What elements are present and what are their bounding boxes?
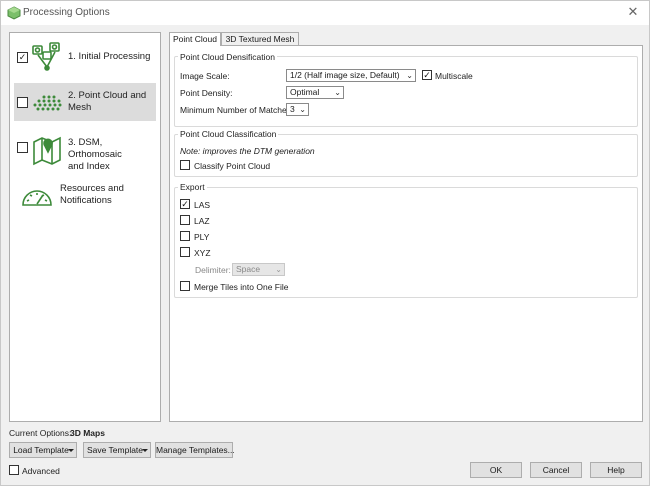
processing-options-dialog: Processing Options ✕ ✓ 1. Initial Proces… xyxy=(0,0,650,486)
point-density-select[interactable]: Optimal ⌄ xyxy=(286,86,344,99)
gauge-icon xyxy=(22,190,52,206)
dsm-checkbox[interactable] xyxy=(17,142,28,153)
chevron-down-icon xyxy=(142,449,148,452)
min-matches-label: Minimum Number of Matches: xyxy=(180,105,294,115)
multiscale-checkbox[interactable]: ✓ xyxy=(422,70,432,80)
export-xyz-label: XYZ xyxy=(194,248,211,258)
sidebar-item-dsm-orthomosaic[interactable]: 3. DSM, Orthomosaic and Index xyxy=(14,131,156,172)
sidebar-item-label: 2. Point Cloud and Mesh xyxy=(68,90,147,113)
sidebar-item-resources-notifications[interactable]: Resources and Notifications xyxy=(14,177,156,213)
export-laz-checkbox[interactable] xyxy=(180,215,190,225)
export-las-label: LAS xyxy=(194,200,211,210)
current-options-value: 3D Maps xyxy=(70,428,105,438)
export-ply-checkbox[interactable] xyxy=(180,231,190,241)
classification-note: Note: improves the DTM generation xyxy=(180,146,315,156)
tab-point-cloud[interactable]: Point Cloud xyxy=(169,32,221,46)
close-button[interactable]: ✕ xyxy=(625,4,641,20)
dsm-map-icon xyxy=(33,136,61,166)
point-density-label: Point Density: xyxy=(180,88,233,98)
save-template-button[interactable]: Save Template xyxy=(83,442,151,458)
min-matches-select[interactable]: 3 ⌄ xyxy=(286,103,309,116)
initial-processing-checkbox[interactable]: ✓ xyxy=(17,52,28,63)
export-las-checkbox[interactable]: ✓ xyxy=(180,199,190,209)
export-xyz-checkbox[interactable] xyxy=(180,247,190,257)
delimiter-select[interactable]: Space ⌄ xyxy=(232,263,285,276)
image-scale-select[interactable]: 1/2 (Half image size, Default) ⌄ xyxy=(286,69,416,82)
export-ply-label: PLY xyxy=(194,232,210,242)
ok-button[interactable]: OK xyxy=(470,462,522,478)
help-button[interactable]: Help xyxy=(590,462,642,478)
window-title: Processing Options xyxy=(23,7,110,18)
advanced-checkbox[interactable] xyxy=(9,465,19,475)
densification-group xyxy=(174,56,638,127)
sidebar-item-initial-processing[interactable]: ✓ 1. Initial Processing xyxy=(14,39,156,75)
delimiter-label: Delimiter: xyxy=(195,265,231,275)
merge-tiles-checkbox[interactable] xyxy=(180,281,190,291)
current-options-label: Current Options: xyxy=(9,428,72,438)
sidebar-item-label: Resources and Notifications xyxy=(60,183,124,206)
sidebar-item-label: 3. DSM, Orthomosaic and Index xyxy=(68,137,122,172)
densification-title: Point Cloud Densification xyxy=(178,52,277,62)
classify-point-cloud-checkbox[interactable] xyxy=(180,160,190,170)
title-bar: Processing Options ✕ xyxy=(1,1,649,25)
sidebar-item-point-cloud-mesh[interactable]: 2. Point Cloud and Mesh xyxy=(14,83,156,121)
point-cloud-icon xyxy=(33,95,62,111)
manage-templates-button[interactable]: Manage Templates... xyxy=(155,442,235,458)
point-cloud-checkbox[interactable] xyxy=(17,97,28,108)
multiscale-label: Multiscale xyxy=(435,71,473,81)
initial-processing-icon xyxy=(32,42,60,71)
cancel-button[interactable]: Cancel xyxy=(530,462,582,478)
load-template-button[interactable]: Load Template xyxy=(9,442,77,458)
export-laz-label: LAZ xyxy=(194,216,210,226)
options-sidebar: ✓ 1. Initial Processing 2. Point Cloud a… xyxy=(9,32,161,422)
image-scale-label: Image Scale: xyxy=(180,71,230,81)
advanced-label: Advanced xyxy=(22,466,60,476)
chevron-down-icon xyxy=(68,449,74,452)
classify-point-cloud-label: Classify Point Cloud xyxy=(194,161,271,171)
export-title: Export xyxy=(178,182,207,192)
classification-title: Point Cloud Classification xyxy=(178,129,279,139)
app-icon xyxy=(7,6,21,20)
point-cloud-panel: Point Cloud Densification Image Scale: 1… xyxy=(169,45,643,422)
sidebar-item-label: 1. Initial Processing xyxy=(68,51,151,62)
merge-tiles-label: Merge Tiles into One File xyxy=(194,282,289,292)
tab-3d-textured-mesh[interactable]: 3D Textured Mesh xyxy=(221,32,299,45)
